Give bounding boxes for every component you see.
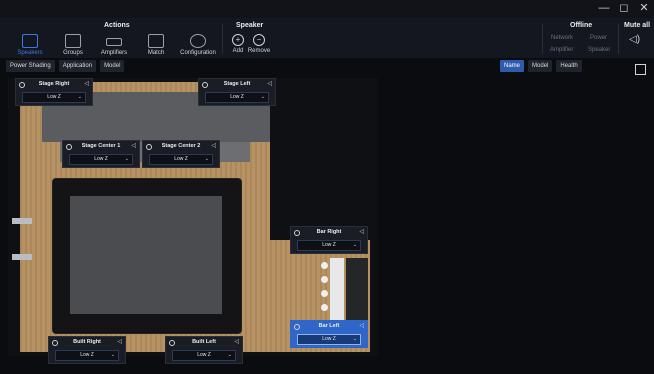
ribbon-divider bbox=[618, 24, 619, 54]
speaker-icon[interactable]: ◁ bbox=[84, 81, 89, 88]
speaker-icon[interactable]: ◁ bbox=[359, 229, 364, 236]
impedance-select[interactable]: Low Z ⌄ bbox=[55, 350, 119, 361]
bar-stool bbox=[321, 304, 328, 311]
label-tabs-right: Name Model Health bbox=[500, 60, 582, 72]
close-icon[interactable]: ✕ bbox=[638, 2, 650, 14]
offline-speaker: Speaker bbox=[588, 47, 611, 53]
speakers-button[interactable]: Speakers bbox=[12, 34, 48, 56]
impedance-select[interactable]: Low Z ⌄ bbox=[297, 240, 361, 251]
speaker-card-bar-left[interactable]: Bar Left ◁ Low Z ⌄ bbox=[290, 320, 368, 348]
offline-network: Network bbox=[551, 35, 574, 41]
speaker-icon[interactable]: ◁ bbox=[117, 339, 122, 346]
impedance-select[interactable]: Low Z ⌄ bbox=[172, 350, 236, 361]
view-tabs-left: Power Shading Application Model bbox=[6, 60, 125, 72]
impedance-select[interactable]: Low Z ⌄ bbox=[297, 334, 361, 345]
bar-stool bbox=[321, 276, 328, 283]
speaker-icon[interactable]: ◁ bbox=[211, 143, 216, 150]
chevron-down-icon: ⌄ bbox=[124, 156, 129, 162]
speaker-icon[interactable]: ◁ bbox=[234, 339, 239, 346]
chevron-down-icon: ⌄ bbox=[204, 156, 209, 162]
chevron-down-icon: ⌄ bbox=[260, 94, 265, 100]
minus-circle-icon: − bbox=[253, 34, 265, 46]
speaker-card-built-right[interactable]: Built Right ◁ Low Z ⌄ bbox=[48, 336, 126, 364]
match-icon bbox=[148, 34, 164, 48]
side-door bbox=[12, 218, 32, 224]
configuration-button[interactable]: Configuration bbox=[178, 34, 218, 56]
match-button[interactable]: Match bbox=[138, 34, 174, 56]
speaker-card-stage-center-1[interactable]: Stage Center 1 ◁ Low Z ⌄ bbox=[62, 140, 140, 168]
impedance-select[interactable]: Low Z ⌄ bbox=[205, 92, 269, 103]
configuration-icon bbox=[190, 34, 206, 48]
chevron-down-icon: ⌄ bbox=[227, 352, 232, 358]
speaker-icon[interactable]: ◁ bbox=[267, 81, 272, 88]
offline-group-title: Offline bbox=[570, 22, 593, 29]
remove-speaker-button[interactable]: − Remove bbox=[241, 34, 277, 54]
mute-all-label: Mute all bbox=[624, 22, 651, 29]
speaker-card-stage-right[interactable]: Stage Right ◁ Low Z ⌄ bbox=[15, 78, 93, 106]
tab-application[interactable]: Application bbox=[58, 60, 97, 72]
chevron-down-icon: ⌄ bbox=[352, 242, 357, 248]
speaker-card-stage-center-2[interactable]: Stage Center 2 ◁ Low Z ⌄ bbox=[142, 140, 220, 168]
speaker-card-stage-left[interactable]: Stage Left ◁ Low Z ⌄ bbox=[198, 78, 276, 106]
speaker-group-title: Speaker bbox=[236, 22, 264, 29]
speakers-icon bbox=[22, 34, 38, 48]
chevron-down-icon: ⌄ bbox=[77, 94, 82, 100]
speaker-card-built-left[interactable]: Built Left ◁ Low Z ⌄ bbox=[165, 336, 243, 364]
screen bbox=[70, 196, 222, 314]
amplifiers-button[interactable]: Amplifiers bbox=[96, 34, 132, 56]
bar-stool bbox=[321, 262, 328, 269]
tab-health[interactable]: Health bbox=[556, 60, 582, 72]
tab-name[interactable]: Name bbox=[500, 60, 525, 72]
maximize-icon[interactable]: ◻ bbox=[618, 2, 630, 14]
title-bar: — ◻ ✕ bbox=[0, 0, 654, 18]
tab-model[interactable]: Model bbox=[100, 60, 125, 72]
ribbon: Actions Speakers Groups Amplifiers Match… bbox=[0, 18, 654, 58]
groups-button[interactable]: Groups bbox=[55, 34, 91, 56]
speaker-icon[interactable]: ◁) bbox=[629, 34, 640, 45]
offline-amplifier: Amplifier bbox=[550, 47, 574, 53]
grid-view-icon[interactable] bbox=[635, 64, 646, 75]
offline-power: Power bbox=[590, 35, 608, 41]
impedance-select[interactable]: Low Z ⌄ bbox=[22, 92, 86, 103]
groups-icon bbox=[65, 34, 81, 48]
bar-stool bbox=[321, 290, 328, 297]
side-door bbox=[12, 254, 32, 260]
impedance-select[interactable]: Low Z ⌄ bbox=[69, 154, 133, 165]
speaker-icon[interactable]: ◁ bbox=[131, 143, 136, 150]
speaker-icon[interactable]: ◁ bbox=[359, 323, 364, 330]
chevron-down-icon: ⌄ bbox=[352, 336, 357, 342]
tab-label-model[interactable]: Model bbox=[528, 60, 553, 72]
chevron-down-icon: ⌄ bbox=[110, 352, 115, 358]
speaker-card-bar-right[interactable]: Bar Right ◁ Low Z ⌄ bbox=[290, 226, 368, 254]
minimize-icon[interactable]: — bbox=[598, 2, 610, 14]
impedance-select[interactable]: Low Z ⌄ bbox=[149, 154, 213, 165]
amplifiers-icon bbox=[106, 38, 122, 46]
actions-group-title: Actions bbox=[104, 22, 130, 29]
ribbon-divider bbox=[542, 24, 543, 54]
tab-power-shading[interactable]: Power Shading bbox=[6, 60, 55, 72]
